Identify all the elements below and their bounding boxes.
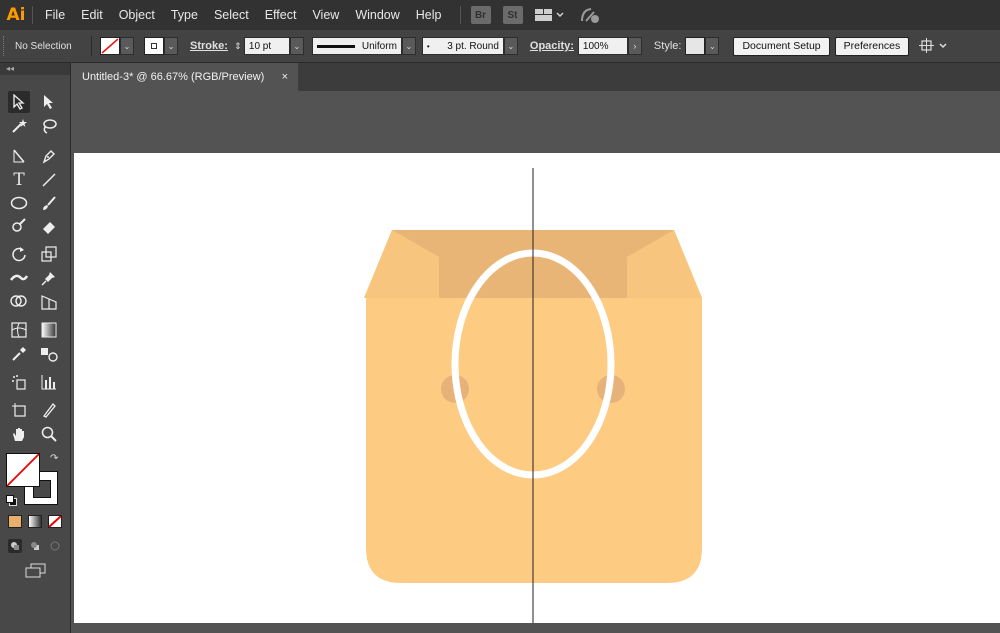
line-segment-tool-icon[interactable]: [38, 169, 60, 191]
lasso-tool-icon[interactable]: [38, 115, 60, 137]
style-label: Style:: [653, 40, 682, 52]
artwork: [364, 168, 702, 623]
selection-status: No Selection: [15, 40, 72, 52]
document-tab[interactable]: Untitled-3* @ 66.67% (RGB/Preview) ×: [72, 63, 298, 91]
arrange-documents-icon[interactable]: [534, 8, 565, 22]
tools-panel: ◂◂ T ↷: [0, 63, 71, 633]
stroke-stepper-icon[interactable]: ⇕: [231, 37, 244, 55]
width-tool-icon[interactable]: [8, 267, 30, 289]
divider: [91, 36, 92, 56]
pen-tool-icon[interactable]: [38, 145, 60, 167]
graphic-style-swatch[interactable]: [685, 37, 706, 55]
stroke-weight-chevron-icon[interactable]: ⌄: [289, 37, 304, 55]
ellipse-tool-icon[interactable]: [8, 192, 30, 214]
document-setup-button[interactable]: Document Setup: [733, 36, 830, 56]
mesh-tool-icon[interactable]: [8, 319, 30, 341]
artboard-tool-icon[interactable]: [8, 399, 30, 421]
column-graph-tool-icon[interactable]: [38, 371, 60, 393]
puppet-warp-tool-icon[interactable]: [38, 267, 60, 289]
draw-normal-icon[interactable]: [8, 539, 22, 553]
draw-behind-icon[interactable]: [28, 539, 42, 553]
menu-window[interactable]: Window: [347, 0, 407, 30]
shape-builder-tool-icon[interactable]: [8, 291, 30, 313]
fill-stroke-swatches[interactable]: ↷: [6, 453, 62, 509]
menu-object[interactable]: Object: [111, 0, 163, 30]
gradient-tool-icon[interactable]: [38, 319, 60, 341]
magic-wand-tool-icon[interactable]: [8, 115, 30, 137]
menu-bar: Ai File Edit Object Type Select Effect V…: [0, 0, 1000, 30]
perspective-grid-tool-icon[interactable]: [38, 291, 60, 313]
none-mode-button[interactable]: [48, 515, 62, 528]
stroke-dropdown-chevron-icon[interactable]: ⌄: [164, 37, 178, 55]
gpu-performance-icon[interactable]: [579, 6, 601, 24]
stroke-weight-input[interactable]: 10 pt: [243, 37, 290, 55]
menu-separator: [459, 6, 461, 24]
menu-edit[interactable]: Edit: [73, 0, 111, 30]
document-tab-bar: Untitled-3* @ 66.67% (RGB/Preview) ×: [72, 63, 1000, 91]
stroke-swatch[interactable]: [144, 37, 164, 55]
anchor-point-tool-icon[interactable]: [8, 145, 30, 167]
menu-file[interactable]: File: [37, 0, 73, 30]
brush-dot-icon: •: [426, 41, 430, 51]
fill-dropdown-chevron-icon[interactable]: ⌄: [120, 37, 134, 55]
profile-label: Uniform: [361, 40, 397, 52]
menu-effect[interactable]: Effect: [257, 0, 305, 30]
style-chevron-icon[interactable]: ⌄: [705, 37, 720, 55]
rotate-tool-icon[interactable]: [8, 243, 30, 265]
opacity-arrow-icon[interactable]: ›: [627, 37, 642, 55]
menu-separator: [32, 6, 33, 24]
profile-line-icon: [316, 44, 355, 48]
stock-button[interactable]: St: [502, 6, 523, 24]
fill-swatch[interactable]: [100, 37, 120, 55]
shaper-tool-icon[interactable]: [8, 215, 30, 237]
bridge-button[interactable]: Br: [470, 6, 491, 24]
menu-help[interactable]: Help: [408, 0, 450, 30]
gradient-mode-button[interactable]: [28, 515, 42, 528]
brush-label: 3 pt. Round: [447, 40, 499, 52]
eraser-tool-icon[interactable]: [38, 215, 60, 237]
guide-extension: [532, 91, 534, 161]
variable-width-profile[interactable]: Uniform: [311, 37, 402, 55]
color-mode-button[interactable]: [8, 515, 22, 528]
scale-tool-icon[interactable]: [38, 243, 60, 265]
control-bar: No Selection ⌄ ⌄ Stroke: ⇕ 10 pt ⌄ Unifo…: [0, 30, 1000, 63]
fill-color-box[interactable]: [6, 453, 40, 487]
direct-selection-tool-icon[interactable]: [38, 91, 60, 113]
canvas-area[interactable]: [72, 91, 1000, 633]
stroke-label[interactable]: Stroke:: [190, 40, 228, 52]
transform-options-icon[interactable]: [919, 38, 949, 54]
control-bar-grip[interactable]: [3, 36, 11, 56]
draw-inside-icon[interactable]: [48, 539, 62, 553]
zoom-tool-icon[interactable]: [38, 423, 60, 445]
type-tool-icon[interactable]: T: [8, 169, 30, 191]
slice-tool-icon[interactable]: [38, 399, 60, 421]
illustrator-logo: Ai: [6, 5, 26, 25]
artboard[interactable]: [74, 153, 1000, 623]
default-fill-stroke-icon[interactable]: [6, 495, 17, 506]
menu-type[interactable]: Type: [163, 0, 206, 30]
opacity-label[interactable]: Opacity:: [530, 40, 574, 52]
change-screen-mode-icon[interactable]: [25, 563, 47, 582]
close-icon[interactable]: ×: [282, 71, 288, 83]
menu-select[interactable]: Select: [206, 0, 257, 30]
blend-tool-icon[interactable]: [38, 343, 60, 365]
hand-tool-icon[interactable]: [8, 423, 30, 445]
brush-chevron-icon[interactable]: ⌄: [503, 37, 518, 55]
swap-fill-stroke-icon[interactable]: ↷: [50, 453, 58, 464]
symbol-sprayer-tool-icon[interactable]: [8, 371, 30, 393]
selection-tool-icon[interactable]: [8, 91, 30, 113]
menu-view[interactable]: View: [304, 0, 347, 30]
tools-collapse-icon[interactable]: ◂◂: [0, 63, 70, 75]
eyedropper-tool-icon[interactable]: [8, 343, 30, 365]
bag-body[interactable]: [366, 298, 702, 583]
brush-definition[interactable]: • 3 pt. Round: [421, 37, 504, 55]
paintbrush-tool-icon[interactable]: [38, 192, 60, 214]
preferences-button[interactable]: Preferences: [834, 36, 910, 56]
opacity-input[interactable]: 100%: [577, 37, 628, 55]
document-tab-title: Untitled-3* @ 66.67% (RGB/Preview): [82, 71, 265, 83]
profile-chevron-icon[interactable]: ⌄: [401, 37, 416, 55]
